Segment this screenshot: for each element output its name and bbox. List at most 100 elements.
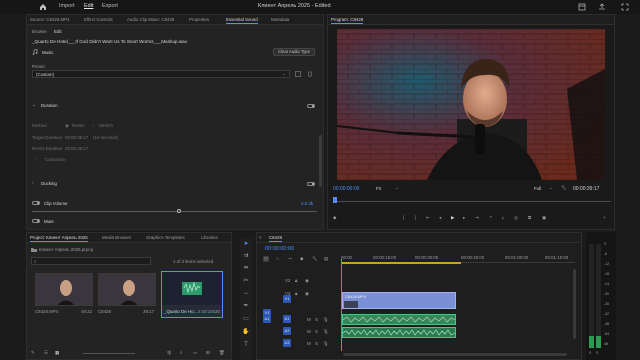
delete-preset-icon[interactable] xyxy=(307,71,313,77)
project-item-c8428[interactable] xyxy=(98,273,156,306)
ripple-edit-tool-icon[interactable]: ⇹ xyxy=(242,264,250,272)
ducking-toggle[interactable] xyxy=(307,182,315,186)
clip-volume-value[interactable]: 0.0 db xyxy=(301,201,313,206)
mute-toggle[interactable] xyxy=(32,219,40,223)
selection-tool-icon[interactable]: ➤ xyxy=(242,240,250,248)
tab-media-browser[interactable]: Media Browser xyxy=(102,235,131,240)
ducking-expand-icon[interactable]: › xyxy=(32,180,33,185)
tab-effect-controls[interactable]: Effect Controls xyxy=(84,17,113,22)
audio-clip-a1[interactable] xyxy=(342,314,456,325)
tab-project[interactable]: Project: Клиент Апрель 2025 xyxy=(30,235,88,242)
solo-button[interactable]: S xyxy=(315,317,318,322)
step-forward-icon[interactable]: ▸ xyxy=(463,215,465,221)
type-tool-icon[interactable]: T xyxy=(242,341,250,349)
eye-icon[interactable]: ◉ xyxy=(305,291,309,297)
lock-icon[interactable]: 🔒︎ xyxy=(295,278,297,283)
source-patch-a1[interactable]: A1 xyxy=(263,315,271,323)
project-item-audio[interactable]: _Quarto De Ho... 2:43:10420 xyxy=(161,271,223,318)
timeline-timecode[interactable]: 00:00:00:00 xyxy=(265,246,294,252)
solo-left-button[interactable]: S xyxy=(589,351,591,355)
fullscreen-icon[interactable] xyxy=(621,3,629,11)
quick-export-icon[interactable] xyxy=(598,3,606,11)
find-icon[interactable]: ⌕ xyxy=(180,350,182,355)
close-sequence-icon[interactable]: × xyxy=(259,235,262,240)
project-search-input[interactable]: ⌕ xyxy=(31,257,151,265)
microphone-icon[interactable]: 🎙︎ xyxy=(323,341,329,347)
menu-import[interactable]: Import xyxy=(59,3,75,9)
wrench-icon[interactable]: 🔧︎ xyxy=(561,185,567,191)
lock-icon[interactable]: 🔒︎ xyxy=(295,291,297,296)
program-timecode[interactable]: 00:00:00:00 xyxy=(333,186,359,192)
timeline-v-scrollbar[interactable] xyxy=(573,269,576,339)
slip-tool-icon[interactable]: ↔ xyxy=(242,289,250,297)
mute-button[interactable]: M xyxy=(307,329,311,334)
work-area-bar[interactable] xyxy=(341,262,461,264)
slider-handle[interactable] xyxy=(177,209,181,213)
add-marker-icon[interactable]: ◆ xyxy=(333,215,336,221)
mute-button[interactable]: M xyxy=(307,341,311,346)
save-preset-icon[interactable] xyxy=(295,71,301,77)
icon-view-icon[interactable]: ▦ xyxy=(55,350,59,356)
radio-stretch-icon[interactable]: ○ xyxy=(92,123,95,128)
play-icon[interactable]: ▶ xyxy=(451,215,454,221)
timeline-ruler[interactable]: 00:00 00:00:15:00 00:00:30:00 00:00:45:0… xyxy=(341,253,575,265)
panel-scrollbar[interactable] xyxy=(319,135,322,187)
video-clip[interactable]: C8428.MP4 xyxy=(342,292,456,309)
tab-audio-clip-mixer[interactable]: Audio Clip Mixer: C8428 xyxy=(127,17,174,22)
tab-libraries[interactable]: Libraries xyxy=(201,235,218,240)
proxy-toggle-icon[interactable]: ▣ xyxy=(542,215,546,221)
solo-button[interactable]: S xyxy=(315,329,318,334)
duration-toggle[interactable] xyxy=(307,104,315,108)
solo-right-button[interactable]: S xyxy=(596,351,598,355)
eye-icon[interactable]: ◉ xyxy=(305,278,309,284)
microphone-icon[interactable]: 🎙︎ xyxy=(323,329,329,335)
comparison-view-icon[interactable]: ⧉ xyxy=(528,215,531,220)
timeline-settings-icon[interactable]: 🔧︎ xyxy=(312,256,318,262)
mute-button[interactable]: M xyxy=(307,317,311,322)
customize-expand-icon[interactable]: › xyxy=(36,156,37,161)
microphone-icon[interactable]: 🎙︎ xyxy=(323,317,329,323)
home-icon[interactable] xyxy=(39,3,47,11)
clear-audio-type-button[interactable]: Clear Audio Type xyxy=(273,48,315,56)
step-back-icon[interactable]: ◂ xyxy=(439,215,441,221)
captions-icon[interactable]: ▤ xyxy=(324,256,328,262)
automate-icon[interactable]: ⇶ xyxy=(167,350,171,356)
project-item-c8428-mp4[interactable] xyxy=(35,273,93,306)
track-target-a1[interactable]: A1 xyxy=(283,315,291,323)
delete-icon[interactable]: 🗑︎ xyxy=(219,350,225,356)
new-bin-icon[interactable]: ▭ xyxy=(193,350,197,356)
mark-out-icon[interactable]: } xyxy=(415,215,416,220)
export-frame-icon[interactable]: ◎ xyxy=(514,215,518,221)
track-target-v1[interactable]: V1 xyxy=(283,295,291,303)
subtab-browse[interactable]: Browse xyxy=(32,29,47,34)
zoom-slider[interactable] xyxy=(83,353,135,354)
solo-button[interactable]: S xyxy=(315,341,318,346)
hand-tool-icon[interactable]: ✋ xyxy=(242,328,250,336)
list-view-icon[interactable]: ☰ xyxy=(44,350,48,356)
lift-icon[interactable]: ⇡ xyxy=(489,215,493,221)
clip-volume-slider[interactable] xyxy=(32,209,317,213)
audio-clip-a2[interactable] xyxy=(342,327,456,338)
go-to-in-icon[interactable]: ⇤ xyxy=(426,215,430,221)
subtab-edit[interactable]: Edit xyxy=(54,29,62,34)
tab-properties[interactable]: Properties xyxy=(189,17,209,22)
extract-icon[interactable]: ⇣ xyxy=(501,215,505,221)
menu-export[interactable]: Export xyxy=(102,3,118,9)
rectangle-tool-icon[interactable]: ▭ xyxy=(242,315,250,323)
fit-select[interactable]: Fit ⌄ xyxy=(375,185,401,192)
new-item-icon[interactable]: ⊞ xyxy=(206,350,210,356)
duration-expand-icon[interactable]: ⌄ xyxy=(32,102,36,108)
add-button-icon[interactable]: + xyxy=(603,215,606,220)
razor-tool-icon[interactable]: ✂ xyxy=(242,277,250,285)
tab-essential-sound[interactable]: Essential Sound xyxy=(226,17,258,24)
preset-select[interactable]: (Custom) ⌄ xyxy=(32,70,290,78)
radio-remix-icon[interactable]: ◉ xyxy=(65,123,69,129)
go-to-out-icon[interactable]: ⇥ xyxy=(475,215,479,221)
track-select-tool-icon[interactable]: ⇉ xyxy=(242,252,250,260)
track-target-a3[interactable]: A3 xyxy=(283,339,291,347)
playhead-marker[interactable] xyxy=(333,197,337,203)
add-marker-timeline-icon[interactable]: ◆ xyxy=(300,256,303,262)
track-target-a2[interactable]: A2 xyxy=(283,327,291,335)
quality-select[interactable]: Full ⌄ xyxy=(533,185,555,192)
pencil-icon[interactable]: ✎ xyxy=(31,350,35,356)
